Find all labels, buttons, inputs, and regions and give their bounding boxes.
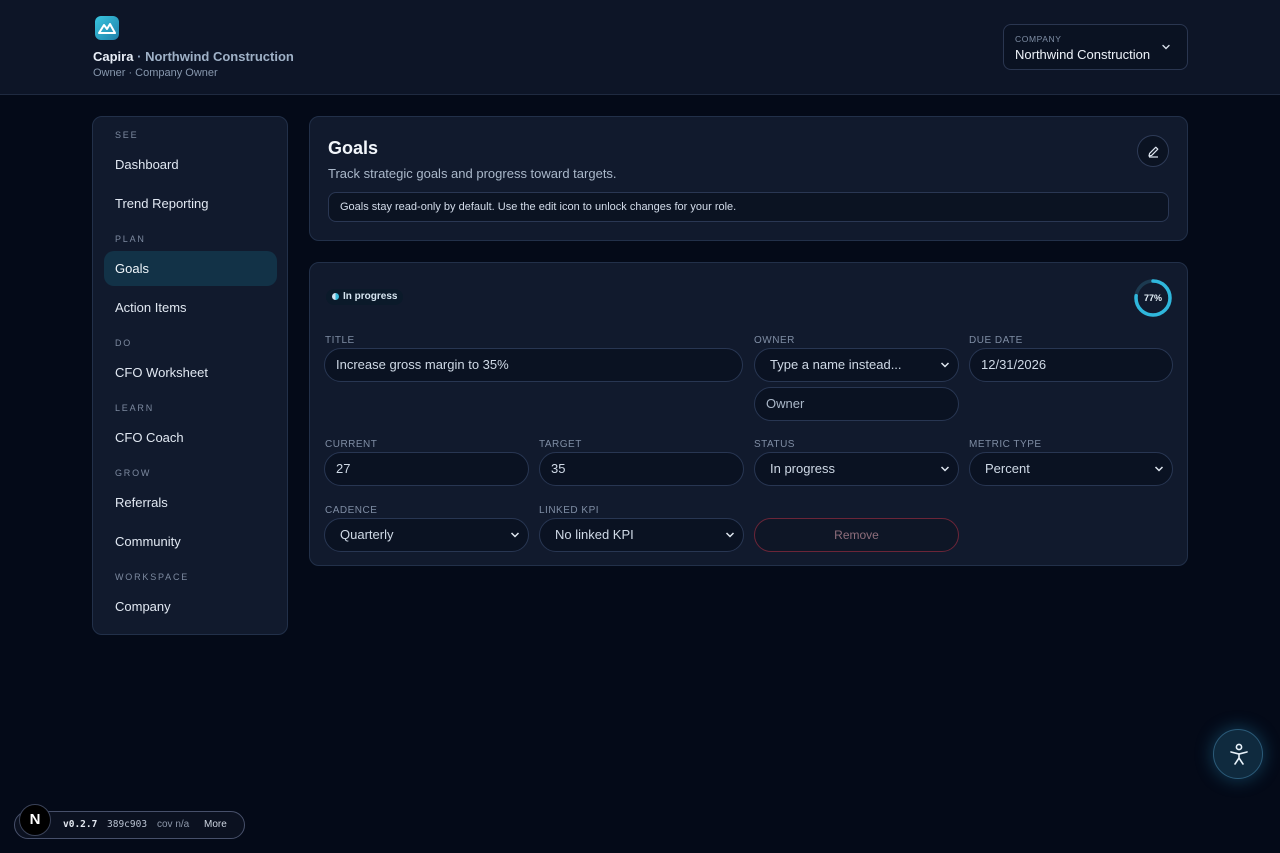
commit-hash: 389c903: [107, 819, 148, 830]
company-selector-value: Northwind Construction: [1015, 47, 1151, 62]
page-title: Goals: [328, 138, 379, 158]
cadence-label: CADENCE: [325, 505, 378, 516]
pencil-icon: [1148, 146, 1159, 158]
read-only-notice: Goals stay read-only by default. Use the…: [328, 192, 1169, 222]
owner-label: OWNER: [754, 335, 795, 346]
user-role: Owner · Company Owner: [93, 67, 218, 79]
accessibility-icon: [1230, 743, 1248, 765]
brand-separator: ·: [137, 49, 142, 64]
linked-kpi-select-value: No linked KPI: [555, 527, 634, 542]
nav-section-see: SEE: [115, 130, 139, 140]
status-label: STATUS: [754, 439, 795, 450]
sidebar-item-community[interactable]: Community: [104, 524, 277, 559]
due-date-input[interactable]: 12/31/2026: [969, 348, 1173, 382]
progress-ring: 77%: [1132, 277, 1174, 319]
due-date-label: DUE DATE: [969, 335, 1023, 346]
accessibility-button[interactable]: [1213, 729, 1263, 779]
target-input[interactable]: 35: [539, 452, 744, 486]
chevron-down-icon: [510, 532, 520, 538]
owner-name-input[interactable]: Owner: [754, 387, 959, 421]
sidebar-item-cfo-coach[interactable]: CFO Coach: [104, 420, 277, 455]
sidebar-item-trend-reporting[interactable]: Trend Reporting: [104, 186, 277, 221]
progress-percent: 77%: [1143, 293, 1162, 303]
sidebar-item-goals[interactable]: Goals: [104, 251, 277, 286]
chevron-down-icon: [1154, 466, 1164, 472]
nav-section-plan: PLAN: [115, 234, 146, 244]
nav-section-do: DO: [115, 338, 133, 348]
metric-type-select[interactable]: Percent: [969, 452, 1173, 486]
chevron-down-icon: [1162, 44, 1170, 50]
chevron-down-icon: [940, 466, 950, 472]
sidebar-item-referrals[interactable]: Referrals: [104, 485, 277, 520]
nav-section-grow: GROW: [115, 468, 152, 478]
title-label: TITLE: [325, 335, 355, 346]
goal-card: In progress 77% TITLE Increase gross mar…: [309, 262, 1188, 566]
sidebar-item-cfo-worksheet[interactable]: CFO Worksheet: [104, 355, 277, 390]
coverage-text: cov n/a: [157, 819, 190, 830]
nav-section-workspace: WORKSPACE: [115, 572, 190, 582]
linked-kpi-label: LINKED KPI: [539, 505, 600, 516]
dev-toolbar: N v0.2.7 389c903 cov n/a More: [14, 804, 245, 839]
app-logo-icon[interactable]: [95, 16, 119, 40]
more-button[interactable]: More: [204, 819, 227, 830]
page-subtitle: Track strategic goals and progress towar…: [328, 166, 617, 181]
top-header: Capira · Northwind Construction Owner · …: [0, 0, 1280, 95]
company-selector[interactable]: COMPANY Northwind Construction: [1003, 24, 1188, 70]
metric-type-label: METRIC TYPE: [969, 439, 1042, 450]
sidebar-item-action-items[interactable]: Action Items: [104, 290, 277, 325]
half-circle-icon: [332, 292, 339, 300]
sidebar-item-company[interactable]: Company: [104, 589, 277, 624]
remove-goal-button[interactable]: Remove: [754, 518, 959, 552]
sidebar-nav: SEE Dashboard Trend Reporting PLAN Goals…: [92, 116, 288, 635]
cadence-select-value: Quarterly: [340, 527, 394, 542]
company-selector-caption: COMPANY: [1015, 34, 1062, 44]
nav-section-learn: LEARN: [115, 403, 155, 413]
owner-select[interactable]: Type a name instead...: [754, 348, 959, 382]
cadence-select[interactable]: Quarterly: [324, 518, 529, 552]
goals-header-panel: Goals Track strategic goals and progress…: [309, 116, 1188, 241]
title-input[interactable]: Increase gross margin to 35%: [324, 348, 743, 382]
brand-name: Capira: [93, 49, 134, 64]
chevron-down-icon: [725, 532, 735, 538]
current-label: CURRENT: [325, 439, 378, 450]
edit-button[interactable]: [1137, 135, 1169, 167]
status-select[interactable]: In progress: [754, 452, 959, 486]
version-text: v0.2.7: [63, 819, 98, 830]
status-select-value: In progress: [770, 461, 836, 476]
linked-kpi-select[interactable]: No linked KPI: [539, 518, 744, 552]
current-input[interactable]: 27: [324, 452, 529, 486]
metric-type-select-value: Percent: [985, 461, 1030, 476]
framework-badge[interactable]: N: [19, 804, 51, 836]
status-badge-label: In progress: [343, 291, 398, 302]
status-badge: In progress: [326, 289, 404, 305]
sidebar-item-dashboard[interactable]: Dashboard: [104, 147, 277, 182]
brand-company: Northwind Construction: [145, 49, 294, 64]
brand-title: Capira · Northwind Construction: [93, 49, 294, 64]
owner-select-value: Type a name instead...: [770, 357, 902, 372]
chevron-down-icon: [940, 362, 950, 368]
target-label: TARGET: [539, 439, 582, 450]
